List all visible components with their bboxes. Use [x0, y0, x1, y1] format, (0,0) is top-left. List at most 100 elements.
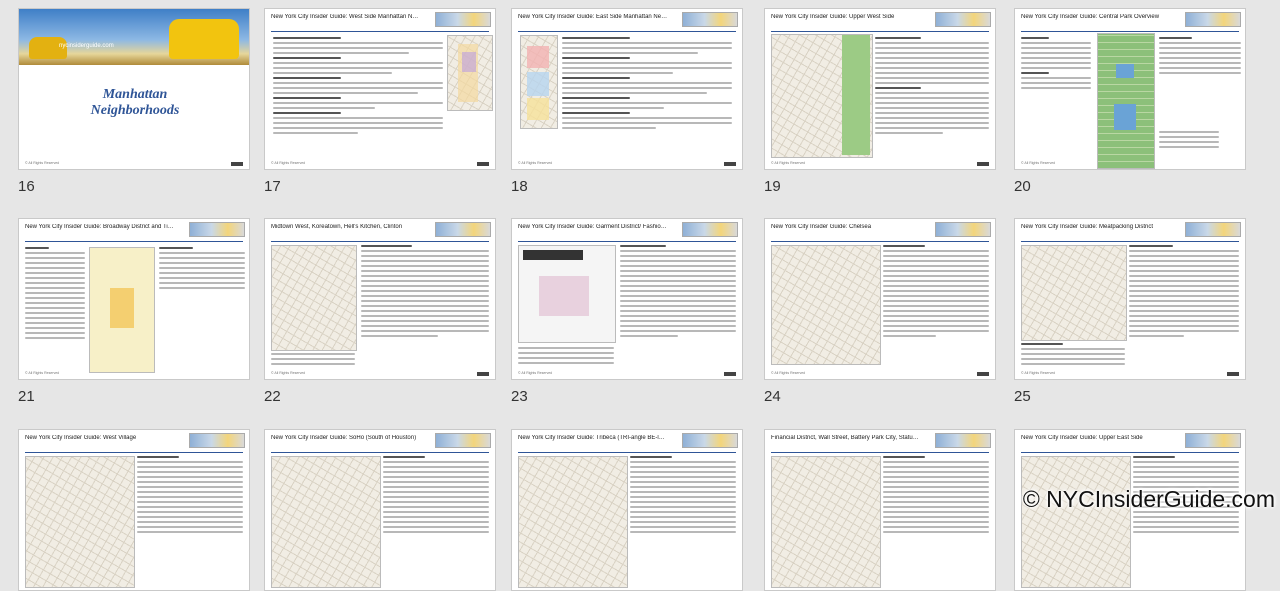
slide-title: New York City Insider Guide: Tribeca (TR…: [518, 435, 668, 441]
slide-title: Financial District, Wall Street, Battery…: [771, 435, 921, 441]
map-image: [271, 456, 381, 588]
slide-thumbnail[interactable]: nycinsiderguide.com Manhattan Neighborho…: [18, 8, 250, 170]
times-square-map: [89, 247, 155, 373]
slide-title: New York City Insider Guide: Central Par…: [1021, 14, 1160, 20]
slide-26[interactable]: New York City Insider Guide: West Villag…: [18, 429, 250, 591]
slide-text: [630, 456, 736, 536]
title-rule: [518, 452, 736, 453]
title-rule: [771, 241, 989, 242]
cover-title: Manhattan Neighborhoods: [19, 87, 249, 119]
logo-image: [935, 433, 991, 448]
logo-image: [935, 222, 991, 237]
slide-thumbnail[interactable]: New York City Insider Guide: SoHo (South…: [264, 429, 496, 591]
slide-thumbnail[interactable]: Midtown West, Koreatown, Hell's Kitchen,…: [264, 218, 496, 380]
slide-18[interactable]: New York City Insider Guide: East Side M…: [511, 8, 743, 198]
slide-27[interactable]: New York City Insider Guide: SoHo (South…: [264, 429, 496, 591]
slide-29[interactable]: Financial District, Wall Street, Battery…: [764, 429, 996, 591]
cover-site: nycinsiderguide.com: [59, 43, 114, 49]
slide-title: New York City Insider Guide: Broadway Di…: [25, 224, 175, 230]
map-image: [1021, 456, 1131, 588]
title-rule: [1021, 241, 1239, 242]
slide-title: New York City Insider Guide: Meatpacking…: [1021, 224, 1154, 230]
title-rule: [1021, 452, 1239, 453]
slide-text: [273, 37, 443, 137]
slide-footer: © All Rights Reserved: [271, 371, 306, 375]
slide-thumbnail[interactable]: New York City Insider Guide: Garment Dis…: [511, 218, 743, 380]
slide-number: 17: [264, 178, 281, 195]
slide-thumbnail[interactable]: New York City Insider Guide: Central Par…: [1014, 8, 1246, 170]
slide-thumbnail[interactable]: New York City Insider Guide: Upper West …: [764, 8, 996, 170]
slide-17[interactable]: New York City Insider Guide: West Side M…: [264, 8, 496, 198]
taxi-image: [169, 19, 239, 59]
slide-text: [25, 247, 85, 342]
map-image: [271, 245, 357, 351]
slide-sorter-grid: nycinsiderguide.com Manhattan Neighborho…: [0, 0, 1280, 591]
slide-22[interactable]: Midtown West, Koreatown, Hell's Kitchen,…: [264, 218, 496, 408]
slide-title: New York City Insider Guide: West Villag…: [25, 435, 137, 441]
slide-text: [562, 37, 732, 132]
slide-text: [875, 37, 989, 137]
slide-thumbnail[interactable]: New York City Insider Guide: Tribeca (TR…: [511, 429, 743, 591]
central-park-map: [1097, 33, 1155, 169]
slide-footer: © All Rights Reserved: [518, 161, 553, 165]
slide-text: [1159, 37, 1241, 77]
title-rule: [1021, 31, 1239, 32]
slide-21[interactable]: New York City Insider Guide: Broadway Di…: [18, 218, 250, 408]
slide-footer: © All Rights Reserved: [25, 161, 60, 165]
map-image: [1021, 245, 1127, 341]
slide-title: New York City Insider Guide: West Side M…: [271, 14, 421, 20]
slide-19[interactable]: New York City Insider Guide: Upper West …: [764, 8, 996, 198]
footer-logo: [977, 162, 989, 166]
logo-image: [1185, 12, 1241, 27]
slide-28[interactable]: New York City Insider Guide: Tribeca (TR…: [511, 429, 743, 591]
slide-number: 24: [764, 388, 781, 405]
slide-30[interactable]: New York City Insider Guide: Upper East …: [1014, 429, 1246, 591]
slide-text: [383, 456, 489, 536]
logo-image: [435, 222, 491, 237]
title-rule: [518, 241, 736, 242]
map-image: [518, 456, 628, 588]
map-image: [771, 34, 873, 158]
slide-title: New York City Insider Guide: Chelsea: [771, 224, 872, 230]
slide-footer: © All Rights Reserved: [25, 371, 60, 375]
copyright-watermark: © NYCInsiderGuide.com: [1022, 486, 1275, 512]
slide-text: [620, 245, 736, 340]
slide-20[interactable]: New York City Insider Guide: Central Par…: [1014, 8, 1246, 198]
logo-image: [1185, 433, 1241, 448]
slide-text: [1021, 37, 1091, 92]
logo-image: [682, 222, 738, 237]
slide-16[interactable]: nycinsiderguide.com Manhattan Neighborho…: [18, 8, 250, 198]
slide-title: Midtown West, Koreatown, Hell's Kitchen,…: [271, 224, 403, 230]
footer-logo: [1227, 372, 1239, 376]
slide-23[interactable]: New York City Insider Guide: Garment Dis…: [511, 218, 743, 408]
logo-image: [935, 12, 991, 27]
slide-title: New York City Insider Guide: Garment Dis…: [518, 224, 668, 230]
slide-footer: © All Rights Reserved: [271, 161, 306, 165]
slide-footer: © All Rights Reserved: [1021, 371, 1056, 375]
slide-number: 25: [1014, 388, 1031, 405]
slide-thumbnail[interactable]: New York City Insider Guide: West Side M…: [264, 8, 496, 170]
logo-image: [682, 12, 738, 27]
slide-thumbnail[interactable]: New York City Insider Guide: West Villag…: [18, 429, 250, 591]
title-rule: [25, 452, 243, 453]
slide-text: [361, 245, 489, 340]
slide-thumbnail[interactable]: New York City Insider Guide: Meatpacking…: [1014, 218, 1246, 380]
slide-footer: © All Rights Reserved: [771, 161, 806, 165]
cover-photo: nycinsiderguide.com: [19, 9, 249, 65]
map-image: [25, 456, 135, 588]
logo-image: [189, 433, 245, 448]
cover-title-line1: Manhattan: [102, 87, 168, 102]
slide-thumbnail[interactable]: New York City Insider Guide: Broadway Di…: [18, 218, 250, 380]
slide-thumbnail[interactable]: New York City Insider Guide: Chelsea © A…: [764, 218, 996, 380]
title-rule: [771, 452, 989, 453]
slide-text: [1129, 245, 1239, 340]
slide-24[interactable]: New York City Insider Guide: Chelsea © A…: [764, 218, 996, 408]
slide-25[interactable]: New York City Insider Guide: Meatpacking…: [1014, 218, 1246, 408]
slide-number: 22: [264, 388, 281, 405]
footer-logo: [724, 162, 736, 166]
fashion-district-map: [518, 245, 616, 343]
map-image: [520, 35, 558, 129]
slide-thumbnail[interactable]: New York City Insider Guide: East Side M…: [511, 8, 743, 170]
logo-image: [435, 12, 491, 27]
slide-text: [1159, 131, 1219, 151]
